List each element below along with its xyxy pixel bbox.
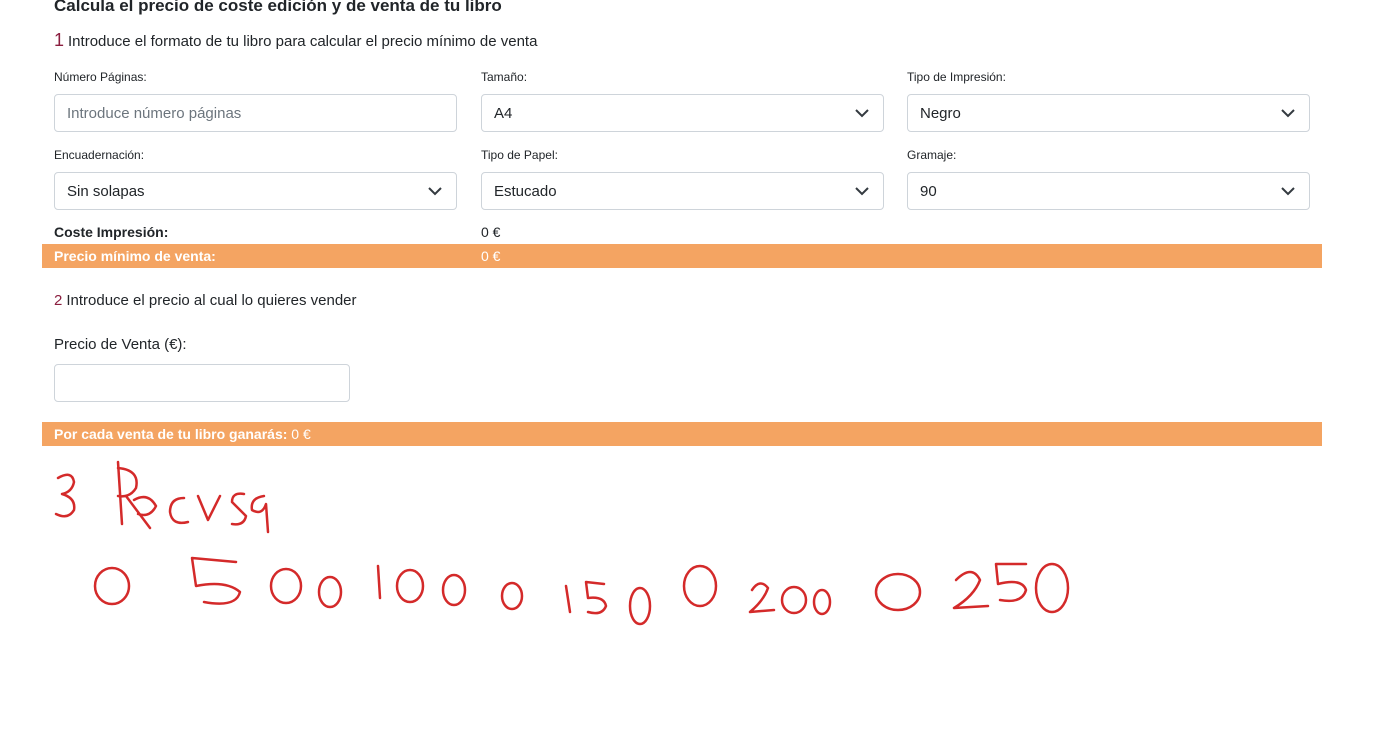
impresion-value: Negro (920, 104, 961, 122)
papel-label: Tipo de Papel: (481, 148, 558, 162)
page-title: Calcula el precio de coste edición y de … (54, 0, 502, 15)
step-1-instruction: 1 Introduce el formato de tu libro para c… (54, 30, 537, 51)
encuadernacion-label: Encuadernación: (54, 148, 145, 162)
precio-minimo-bar: Precio mínimo de venta: 0 € (42, 244, 1322, 268)
coste-impresion-label: Coste Impresión: (54, 224, 169, 240)
tamano-select[interactable]: A4 (481, 94, 884, 132)
gramaje-label: Gramaje: (907, 148, 957, 162)
step-1-number: 1 (54, 30, 65, 50)
step-2-instruction: 2 Introduce el precio al cual lo quieres … (54, 292, 357, 309)
gramaje-value: 90 (920, 182, 937, 200)
coste-impresion-value: 0 € (481, 224, 501, 240)
paginas-input[interactable]: Introduce número páginas (54, 94, 457, 132)
precio-minimo-label: Precio mínimo de venta: (54, 248, 216, 264)
step-2-number: 2 (54, 292, 63, 309)
impresion-select[interactable]: Negro (907, 94, 1310, 132)
papel-select[interactable]: Estucado (481, 172, 884, 210)
handwritten-annotation (54, 460, 1070, 626)
chevron-down-icon (855, 109, 869, 118)
paginas-label: Número Páginas: (54, 70, 147, 84)
tamano-label: Tamaño: (481, 70, 528, 84)
encuadernacion-value: Sin solapas (67, 182, 145, 200)
step-1-text: Introduce el formato de tu libro para ca… (68, 33, 538, 50)
gramaje-select[interactable]: 90 (907, 172, 1310, 210)
chevron-down-icon (855, 187, 869, 196)
chevron-down-icon (1281, 109, 1295, 118)
encuadernacion-select[interactable]: Sin solapas (54, 172, 457, 210)
step-2-text: Introduce el precio al cual lo quieres v… (66, 292, 357, 309)
chevron-down-icon (428, 187, 442, 196)
papel-value: Estucado (494, 182, 557, 200)
precio-venta-input[interactable] (54, 364, 350, 402)
precio-minimo-value: 0 € (481, 248, 501, 264)
tamano-value: A4 (494, 104, 513, 122)
precio-venta-label: Precio de Venta (€): (54, 336, 187, 353)
impresion-label: Tipo de Impresión: (907, 70, 1006, 84)
chevron-down-icon (1281, 187, 1295, 196)
calculator-page: Calcula el precio de coste edición y de … (0, 0, 1397, 743)
